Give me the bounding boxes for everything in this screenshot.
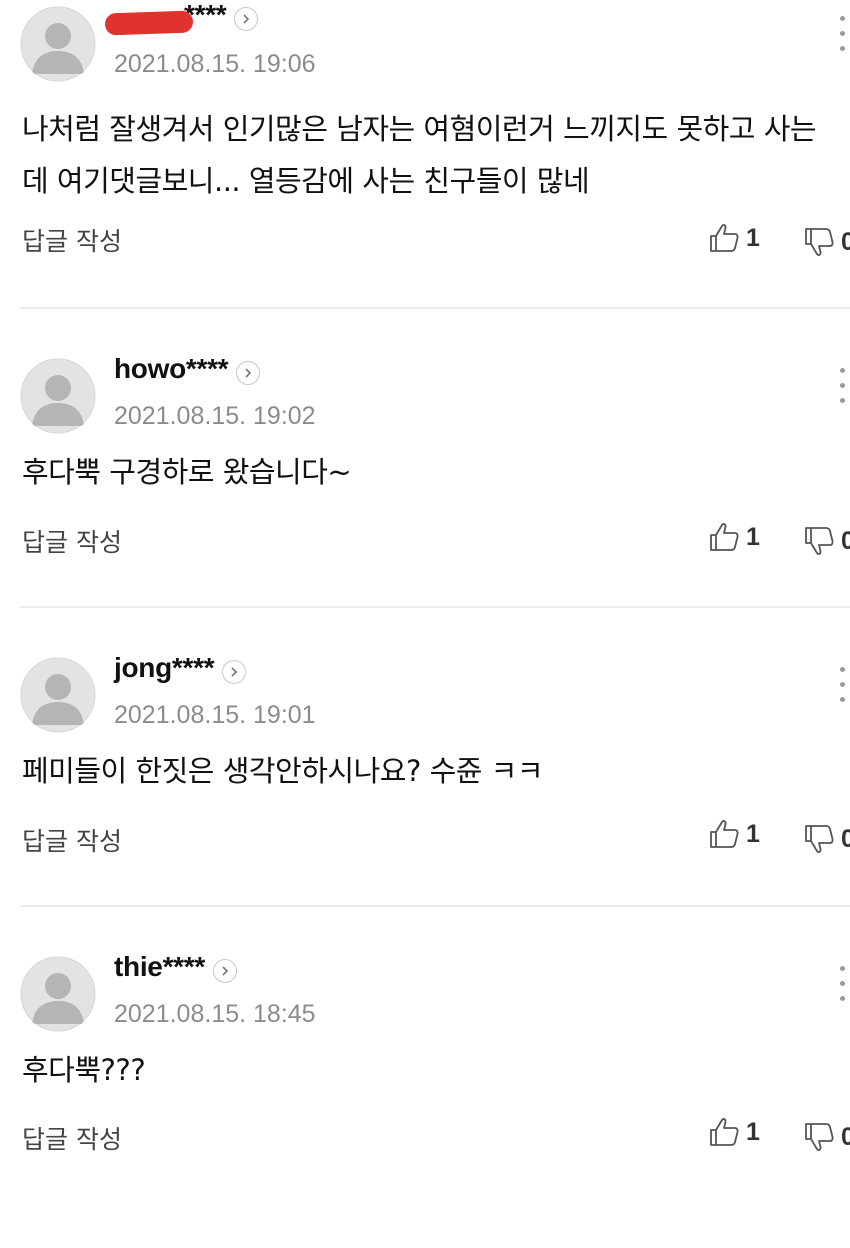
dislike-count: 0 bbox=[841, 1122, 850, 1151]
chevron-right-icon bbox=[231, 667, 238, 677]
avatar[interactable] bbox=[20, 657, 96, 733]
reply-button[interactable]: 답글 작성 bbox=[22, 222, 122, 258]
comment-text: 나처럼 잘생겨서 인기많은 남자는 여혐이런거 느끼지도 못하고 사는데 여기댓… bbox=[22, 112, 817, 198]
dislike-count: 0 bbox=[841, 824, 850, 853]
dislike-button[interactable]: 0 bbox=[803, 525, 850, 557]
default-avatar-icon bbox=[20, 657, 96, 733]
username[interactable]: jong**** bbox=[114, 652, 215, 684]
more-options-button[interactable] bbox=[840, 665, 848, 705]
username-row: thie**** bbox=[114, 950, 237, 984]
reply-button[interactable]: 답글 작성 bbox=[22, 1120, 122, 1156]
thumbs-up-icon bbox=[710, 820, 739, 848]
profile-chevron-button[interactable] bbox=[212, 959, 237, 983]
avatar[interactable] bbox=[20, 6, 96, 82]
default-avatar-icon bbox=[20, 6, 96, 82]
more-dot bbox=[840, 383, 845, 388]
dislike-button[interactable]: 0 bbox=[803, 1121, 850, 1153]
comment-item: **** 2021.08.15. 19:06 나처럼 잘생겨서 인기많은 남자는… bbox=[0, 0, 850, 298]
like-count: 1 bbox=[746, 1117, 760, 1146]
comment-timestamp: 2021.08.15. 18:45 bbox=[114, 1000, 316, 1028]
comment-divider bbox=[20, 606, 850, 608]
more-dot bbox=[840, 46, 845, 51]
comment-text: 후다뿍 구경하로 왔습니다~ bbox=[22, 455, 352, 489]
more-dot bbox=[840, 398, 845, 403]
more-dot bbox=[840, 682, 845, 687]
like-button[interactable]: 1 bbox=[708, 818, 760, 850]
more-options-button[interactable] bbox=[840, 964, 848, 1004]
comment-timestamp: 2021.08.15. 19:01 bbox=[114, 701, 316, 729]
username[interactable]: thie**** bbox=[114, 951, 205, 983]
comment-item: thie**** 2021.08.15. 18:45 후다뿍??? 답글 작성 … bbox=[0, 950, 850, 1248]
more-options-button[interactable] bbox=[840, 366, 848, 406]
reply-button[interactable]: 답글 작성 bbox=[22, 822, 122, 858]
more-dot bbox=[840, 31, 845, 36]
comment-timestamp: 2021.08.15. 19:06 bbox=[114, 50, 316, 78]
comment-divider bbox=[20, 905, 850, 907]
chevron-right-icon bbox=[245, 368, 252, 378]
avatar[interactable] bbox=[20, 956, 96, 1032]
profile-chevron-button[interactable] bbox=[236, 361, 261, 385]
like-count: 1 bbox=[746, 223, 760, 252]
profile-chevron-button[interactable] bbox=[234, 7, 259, 31]
like-button[interactable]: 1 bbox=[708, 1116, 760, 1148]
comment-text: 페미들이 한짓은 생각안하시나요? 수쥰 ㅋㅋ bbox=[22, 754, 544, 788]
more-dot bbox=[840, 368, 845, 373]
avatar[interactable] bbox=[20, 358, 96, 434]
dislike-button[interactable]: 0 bbox=[803, 226, 850, 258]
more-dot bbox=[840, 16, 845, 21]
more-dot bbox=[840, 966, 845, 971]
username[interactable]: howo**** bbox=[114, 353, 229, 385]
thumbs-up-icon bbox=[710, 1118, 739, 1146]
dislike-count: 0 bbox=[841, 526, 850, 555]
dislike-count: 0 bbox=[841, 227, 850, 256]
more-dot bbox=[840, 996, 845, 1001]
thumbs-down-icon bbox=[805, 1123, 834, 1151]
more-dot bbox=[840, 981, 845, 986]
comment-divider bbox=[20, 307, 850, 309]
comment-text: 후다뿍??? bbox=[22, 1053, 146, 1087]
like-count: 1 bbox=[746, 819, 760, 848]
username-row: jong**** bbox=[114, 651, 247, 685]
redaction-mark bbox=[104, 10, 194, 36]
thumbs-down-icon bbox=[805, 825, 834, 853]
more-dot bbox=[840, 667, 845, 672]
chevron-right-icon bbox=[222, 966, 229, 976]
like-button[interactable]: 1 bbox=[708, 521, 760, 553]
reply-button[interactable]: 답글 작성 bbox=[22, 523, 122, 559]
thumbs-up-icon bbox=[710, 523, 739, 551]
like-count: 1 bbox=[746, 522, 760, 551]
default-avatar-icon bbox=[20, 956, 96, 1032]
thumbs-down-icon bbox=[805, 228, 834, 256]
more-dot bbox=[840, 697, 845, 702]
chevron-right-icon bbox=[243, 14, 250, 24]
default-avatar-icon bbox=[20, 358, 96, 434]
profile-chevron-button[interactable] bbox=[222, 660, 247, 684]
username-row: howo**** bbox=[114, 352, 261, 386]
like-button[interactable]: 1 bbox=[708, 222, 760, 254]
thumbs-up-icon bbox=[710, 224, 739, 252]
dislike-button[interactable]: 0 bbox=[803, 823, 850, 855]
comment-timestamp: 2021.08.15. 19:02 bbox=[114, 402, 316, 430]
thumbs-down-icon bbox=[805, 527, 834, 555]
more-options-button[interactable] bbox=[840, 14, 848, 54]
